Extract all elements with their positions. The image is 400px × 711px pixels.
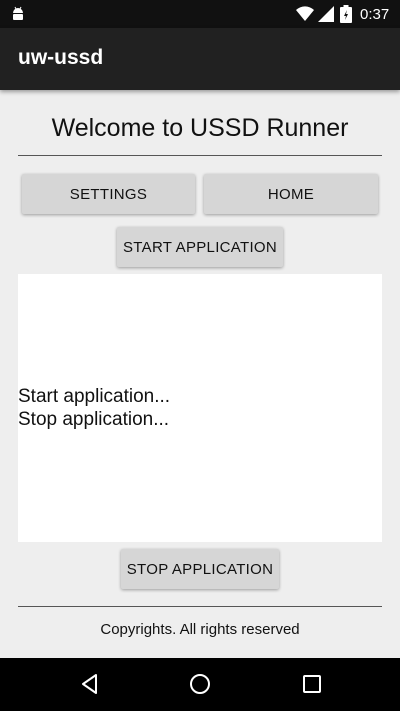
copyright-text: Copyrights. All rights reserved: [100, 621, 300, 638]
signal-icon: [318, 6, 334, 22]
wifi-icon: [296, 6, 314, 22]
start-application-button[interactable]: START APPLICATION: [117, 227, 283, 267]
status-bar: 0:37: [0, 0, 400, 28]
log-line: Start application...: [18, 386, 171, 407]
stop-application-button[interactable]: STOP APPLICATION: [121, 549, 279, 589]
status-time: 0:37: [360, 6, 390, 23]
log-output: Start application... Stop application...: [18, 274, 382, 542]
app-bar: uw-ussd: [0, 28, 400, 90]
bottom-divider: [18, 606, 382, 607]
settings-button[interactable]: SETTINGS: [22, 174, 195, 214]
recents-icon[interactable]: [300, 672, 324, 696]
welcome-heading: Welcome to USSD Runner: [51, 114, 349, 142]
android-icon: [13, 6, 23, 20]
battery-icon: [340, 5, 352, 23]
log-line: Stop application...: [18, 409, 170, 430]
home-icon[interactable]: [188, 672, 212, 696]
top-divider: [18, 155, 382, 156]
back-icon[interactable]: [78, 672, 102, 696]
home-button[interactable]: HOME: [204, 174, 378, 214]
navigation-bar: [0, 658, 400, 711]
app-title: uw-ussd: [18, 46, 104, 69]
